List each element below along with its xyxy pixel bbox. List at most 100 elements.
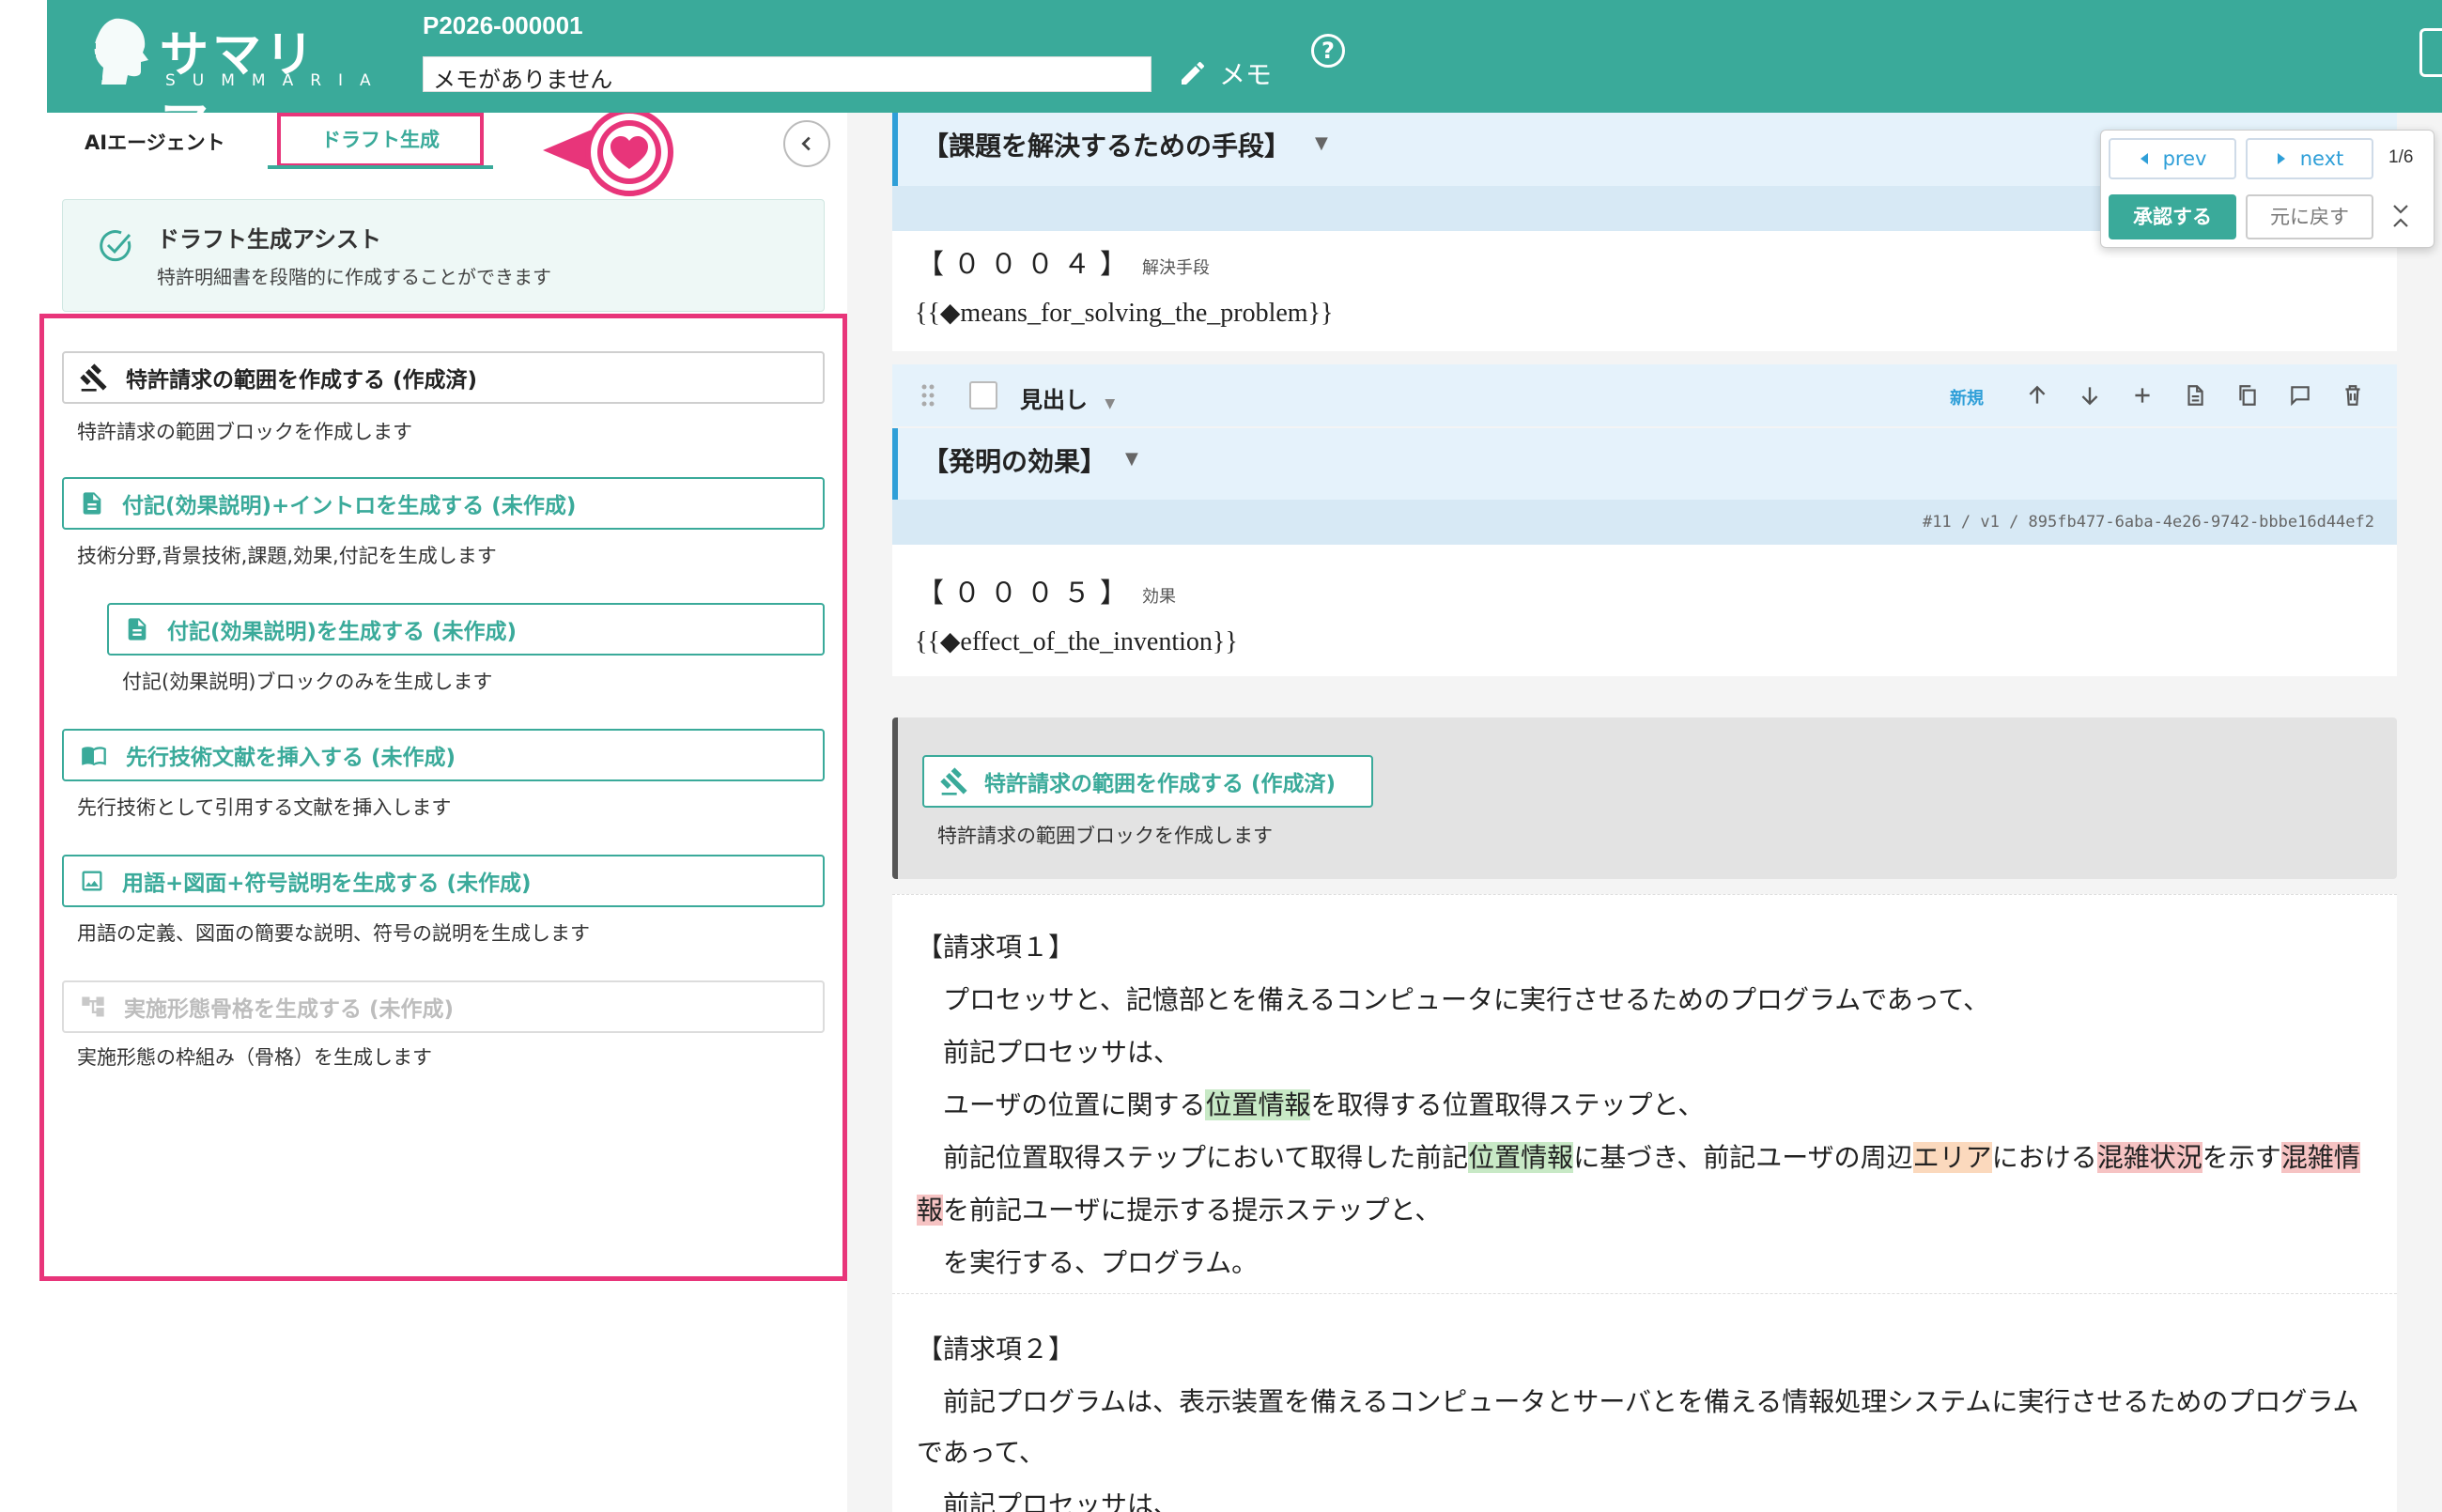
block-title: 【課題を解決するための手段】 bbox=[922, 131, 1291, 162]
app-logo: サマリア SUMMARIA bbox=[86, 13, 371, 154]
create-claims-desc: 特許請求の範囲ブロックを作成します bbox=[77, 421, 412, 443]
left-sidebar: AIエージェント ドラフト生成 ドラフト生成アシスト 特許明細書を段階的に作成す… bbox=[39, 113, 847, 1512]
generate-embodiment-skeleton-button[interactable]: 実施形態骨格を生成する (未作成) bbox=[62, 980, 825, 1033]
paragraph-number: 【０００５】 効果 bbox=[917, 577, 1177, 609]
document-icon bbox=[83, 492, 101, 515]
check-circle-icon bbox=[100, 230, 131, 262]
gavel-icon bbox=[940, 767, 967, 795]
panel-toggle-icon[interactable] bbox=[2419, 28, 2442, 77]
highlight-term: 報 bbox=[917, 1195, 944, 1226]
image-icon bbox=[82, 871, 102, 891]
logo-text-en: SUMMARIA bbox=[165, 71, 388, 90]
block-hash: #11 / v1 / 895fb477-6aba-4e26-9742-bbbe1… bbox=[892, 500, 2397, 545]
collapse-sidebar-button[interactable] bbox=[783, 120, 830, 167]
generate-appendix-desc: 付記(効果説明)ブロックのみを生成します bbox=[122, 671, 493, 693]
book-icon bbox=[82, 747, 106, 766]
claims-block[interactable]: 【請求項１】 プロセッサと、記憶部とを備えるコンピュータに実行させるためのプログ… bbox=[892, 894, 2397, 1512]
generate-appendix-intro-label: 付記(効果説明)+イントロを生成する (未作成) bbox=[122, 494, 577, 518]
approve-button[interactable]: 承認する bbox=[2109, 194, 2236, 239]
paragraph-block[interactable]: 【０００５】 効果 {{◆effect_of_the_invention}} bbox=[892, 545, 2397, 676]
add-icon[interactable] bbox=[2130, 383, 2155, 408]
comment-icon[interactable] bbox=[2288, 383, 2312, 408]
claim-divider bbox=[892, 1293, 2397, 1294]
heading-type-select[interactable]: 見出し ▼ bbox=[1020, 381, 1115, 414]
paragraph-number: 【０００４】 解決手段 bbox=[917, 248, 1211, 280]
change-counter: 1/6 bbox=[2388, 147, 2414, 167]
assist-description: 特許明細書を段階的に作成することができます bbox=[157, 266, 551, 288]
editor-area: 【課題を解決するための手段】 ▼ #9 / v1 / 92171d32-c 【０… bbox=[847, 113, 2442, 1512]
logo-head-icon bbox=[88, 18, 148, 85]
heading-toolbar: 見出し ▼ 新規 bbox=[892, 364, 2397, 426]
generate-embodiment-skeleton-label: 実施形態骨格を生成する (未作成) bbox=[124, 997, 455, 1022]
move-down-icon[interactable] bbox=[2078, 383, 2102, 408]
generate-appendix-label: 付記(効果説明)を生成する (未作成) bbox=[167, 620, 518, 644]
collapse-expand-icon[interactable] bbox=[2390, 202, 2411, 230]
insert-prior-art-desc: 先行技術として引用する文献を挿入します bbox=[77, 796, 452, 819]
paragraph-tag: 効果 bbox=[1142, 587, 1177, 607]
highlight-term: 混雑情 bbox=[2280, 1142, 2360, 1173]
help-icon[interactable]: ? bbox=[1311, 34, 1345, 68]
caret-left-icon bbox=[2140, 153, 2148, 164]
highlight-term: 位置情報 bbox=[1205, 1089, 1311, 1120]
highlight-term: 混雑状況 bbox=[2096, 1142, 2202, 1173]
claim-1-line: 報を前記ユーザに提示する提示ステップと、 bbox=[917, 1195, 1442, 1226]
prev-button[interactable]: prev bbox=[2109, 138, 2236, 179]
create-claims-card-button[interactable]: 特許請求の範囲を作成する (作成済) bbox=[922, 755, 1373, 808]
insert-prior-art-label: 先行技術文献を挿入する (未作成) bbox=[126, 746, 456, 770]
memo-button-label: メモ bbox=[1219, 59, 1273, 90]
caret-right-icon bbox=[2277, 153, 2285, 164]
assist-title: ドラフト生成アシスト bbox=[157, 226, 382, 253]
claim-1-title: 【請求項１】 bbox=[917, 932, 1075, 963]
generate-appendix-intro-button[interactable]: 付記(効果説明)+イントロを生成する (未作成) bbox=[62, 477, 825, 530]
drag-handle-icon[interactable] bbox=[920, 383, 935, 408]
generate-terms-figures-label: 用語+図面+符号説明を生成する (未作成) bbox=[122, 872, 532, 896]
claim-2-line: 前記プロセッサは、 bbox=[943, 1489, 1181, 1512]
chevron-down-icon[interactable]: ▼ bbox=[1315, 133, 1328, 153]
app-window: サマリア SUMMARIA P2026-000001 メモがありません メモ ?… bbox=[0, 0, 2442, 1512]
project-id: P2026-000001 bbox=[423, 11, 583, 39]
sidebar-tabs: AIエージェント ドラフト生成 bbox=[47, 113, 847, 196]
revert-button[interactable]: 元に戻す bbox=[2246, 194, 2373, 239]
create-claims-label: 特許請求の範囲を作成する (作成済) bbox=[126, 368, 478, 393]
generate-terms-figures-desc: 用語の定義、図面の簡要な説明、符号の説明を生成します bbox=[77, 922, 590, 945]
copy-icon[interactable] bbox=[2235, 383, 2260, 408]
claim-2-line: 前記プログラムは、表示装置を備えるコンピュータとサーバとを備える情報処理システム… bbox=[943, 1386, 2359, 1417]
create-claims-card-desc: 特許請求の範囲ブロックを作成します bbox=[937, 825, 1273, 847]
create-claims-button[interactable]: 特許請求の範囲を作成する (作成済) bbox=[62, 351, 825, 404]
generate-terms-figures-button[interactable]: 用語+図面+符号説明を生成する (未作成) bbox=[62, 855, 825, 907]
block-header-effect[interactable]: 【発明の効果】 ▼ bbox=[892, 428, 2397, 500]
prev-label: prev bbox=[2162, 147, 2207, 170]
structure-icon bbox=[82, 996, 104, 1017]
new-badge: 新規 bbox=[1950, 389, 1984, 409]
app-header: サマリア SUMMARIA P2026-000001 メモがありません メモ ? bbox=[47, 0, 2442, 154]
pencil-icon bbox=[1182, 61, 1205, 85]
paragraph-tag: 解決手段 bbox=[1142, 258, 1211, 278]
next-button[interactable]: next bbox=[2246, 138, 2373, 179]
claim-1-line: 前記プロセッサは、 bbox=[943, 1037, 1181, 1068]
memo-field[interactable]: メモがありません bbox=[423, 56, 1151, 93]
document-outline-icon[interactable] bbox=[2183, 383, 2207, 408]
claim-1-line: プロセッサと、記憶部とを備えるコンピュータに実行させるためのプログラムであって、 bbox=[943, 984, 1990, 1015]
generate-embodiment-skeleton-desc: 実施形態の枠組み（骨格）を生成します bbox=[77, 1046, 432, 1069]
claim-2-line: であって、 bbox=[917, 1437, 1045, 1468]
highlight-term: エリア bbox=[1912, 1142, 1992, 1173]
document-icon bbox=[128, 618, 147, 640]
tab-ai-agent[interactable]: AIエージェント bbox=[85, 128, 225, 156]
tab-draft-generation[interactable]: ドラフト生成 bbox=[277, 113, 484, 167]
block-checkbox[interactable] bbox=[969, 381, 997, 409]
claim-1-line: ユーザの位置に関する位置情報を取得する位置取得ステップと、 bbox=[943, 1089, 1705, 1120]
chevron-down-icon[interactable]: ▼ bbox=[1125, 449, 1138, 469]
create-claims-card-label: 特許請求の範囲を作成する (作成済) bbox=[984, 772, 1337, 796]
insert-prior-art-button[interactable]: 先行技術文献を挿入する (未作成) bbox=[62, 729, 825, 781]
active-tab-indicator bbox=[268, 165, 493, 169]
move-up-icon[interactable] bbox=[2025, 383, 2049, 408]
claim-1-line: 前記位置取得ステップにおいて取得した前記位置情報に基づき、前記ユーザの周辺エリア… bbox=[943, 1142, 2360, 1173]
memo-button[interactable]: メモ bbox=[1178, 54, 1272, 92]
paragraph-variable: {{◆means_for_solving_the_problem}} bbox=[915, 299, 1334, 328]
paragraph-block[interactable]: 【０００４】 解決手段 {{◆means_for_solving_the_prob… bbox=[892, 231, 2397, 351]
claims-action-card: 特許請求の範囲を作成する (作成済) 特許請求の範囲ブロックを作成します bbox=[892, 717, 2397, 879]
claim-1-line: を実行する、プログラム。 bbox=[943, 1247, 1259, 1278]
draft-assist-info: ドラフト生成アシスト 特許明細書を段階的に作成することができます bbox=[62, 199, 825, 312]
delete-icon[interactable] bbox=[2341, 383, 2365, 408]
generate-appendix-button[interactable]: 付記(効果説明)を生成する (未作成) bbox=[107, 603, 825, 656]
